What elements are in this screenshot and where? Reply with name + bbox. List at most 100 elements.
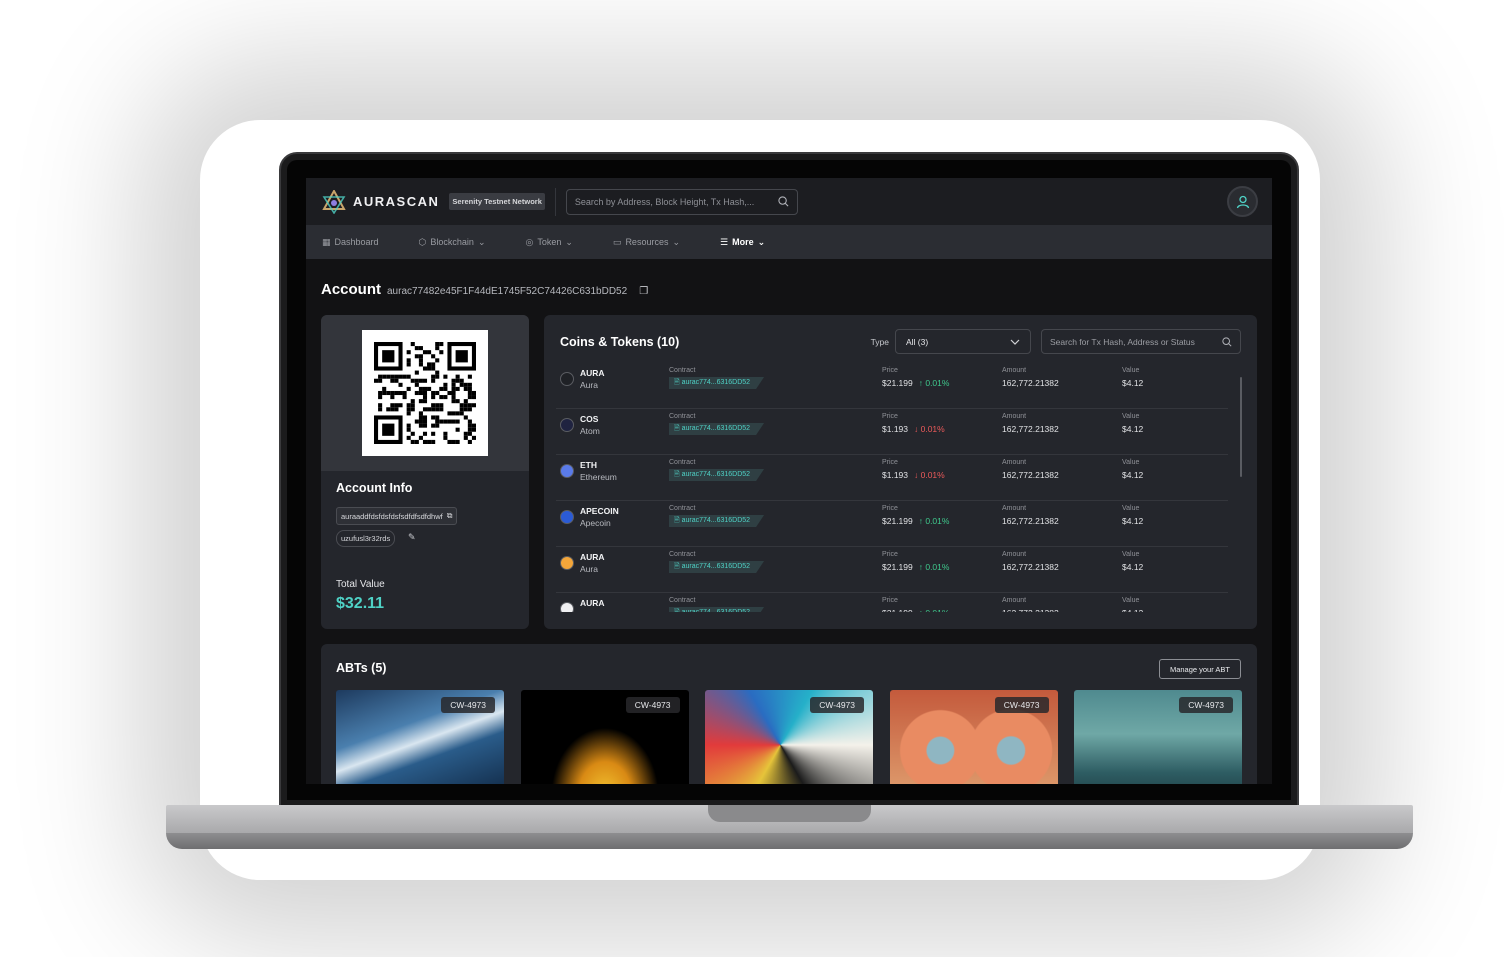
amount-value: 162,772.21382: [1002, 424, 1059, 434]
nav-item-dashboard[interactable]: ▦ Dashboard: [322, 237, 379, 248]
contract-address-link[interactable]: 🗎 aurac774...6316DD52: [669, 469, 764, 481]
account-header: Account aurac77482e45F1F44dE1745F52C7442…: [321, 281, 648, 298]
manage-abt-button[interactable]: Manage your ABT: [1158, 659, 1241, 679]
edit-icon[interactable]: ✎: [408, 532, 416, 543]
global-search-input[interactable]: Search by Address, Block Height, Tx Hash…: [565, 188, 798, 215]
chevron-down-icon: ⌄: [477, 236, 486, 247]
brand-logo[interactable]: AURASCAN: [322, 189, 440, 214]
value-value: $4.12: [1122, 470, 1144, 480]
coin-name: Aura: [580, 610, 598, 612]
aurascan-logo-icon: [322, 189, 346, 214]
aura-icon: [560, 372, 574, 386]
amount-value: 162,772.21382: [1002, 516, 1059, 526]
external-link-icon[interactable]: ⧉: [447, 511, 453, 521]
menu-icon: ☰: [720, 236, 729, 247]
search-placeholder: Search by Address, Block Height, Tx Hash…: [574, 196, 755, 207]
abt-card-abstract-shapes[interactable]: CW-4973: [705, 690, 873, 784]
table-row[interactable]: APECOIN Apecoin Contract 🗎 aurac774...6316D…: [556, 501, 1228, 547]
nav-item-resources[interactable]: ▭ Resources ⌄: [613, 237, 680, 248]
laptop-base-edge: [166, 833, 1413, 849]
qr-code: [362, 330, 488, 456]
coin-name: Ethereum: [580, 472, 617, 482]
search-icon[interactable]: [1222, 336, 1232, 347]
user-avatar-button[interactable]: [1227, 186, 1258, 217]
main-nav: ▦ Dashboard ⬡ Blockchain ⌄ ◎ Token ⌄ ▭ R…: [306, 225, 1272, 259]
copy-icon[interactable]: ❐: [639, 286, 648, 297]
coin-symbol: COS: [580, 414, 599, 424]
amount-value: 162,772.21382: [1002, 608, 1059, 612]
contract-label: Contract: [669, 367, 696, 374]
nav-item-token[interactable]: ◎ Token ⌄: [525, 237, 572, 248]
price-value: $21.199↑ 0.01%: [882, 562, 950, 572]
coins-header: Coins & Tokens (10) Type All (3) Search …: [560, 329, 1241, 354]
coin-symbol: ETH: [580, 460, 597, 470]
table-row[interactable]: COS Atom Contract 🗎 aurac774...6316DD52 Pric…: [556, 409, 1228, 455]
contract-label: Contract: [669, 413, 696, 420]
type-filter-select[interactable]: All (3): [895, 329, 1031, 354]
value-label: Value: [1122, 459, 1140, 466]
nav-label: Resources: [625, 237, 669, 247]
apecoin-icon: [560, 510, 574, 524]
contract-address-link[interactable]: 🗎 aurac774...6316DD52: [669, 423, 764, 435]
nav-label: More: [732, 237, 754, 247]
table-row[interactable]: AURA Aura Contract 🗎 aurac774...6316DD52 Pri…: [556, 547, 1228, 593]
price-change: ↓ 0.01%: [914, 424, 945, 434]
coins-table: AURA Aura Contract 🗎 aurac774...6316DD52 Pri…: [556, 363, 1228, 612]
dashboard-icon: ▦: [322, 236, 331, 247]
network-badge: Serenity Testnet Network: [449, 193, 545, 210]
abts-title: ABTs (5): [336, 661, 387, 675]
table-row[interactable]: AURA Aura Contract 🗎 aurac774...6316DD52 Pri…: [556, 593, 1228, 612]
amount-label: Amount: [1002, 597, 1027, 604]
coin-symbol: APECOIN: [580, 506, 619, 516]
value-label: Value: [1122, 597, 1140, 604]
contract-label: Contract: [669, 505, 696, 512]
nav-item-more[interactable]: ☰ More ⌄: [720, 237, 765, 248]
wallet-address-chip[interactable]: auraaddfdsfdsfdsfsdfdfsdfdhwf ⧉: [336, 507, 458, 525]
coins-icon: ◎: [525, 236, 534, 247]
laptop-mockup: AURASCAN Serenity Testnet Network Search…: [0, 0, 1508, 957]
total-value-label: Total Value: [336, 579, 385, 590]
coin-symbol: AURA: [580, 552, 605, 562]
alias-chip[interactable]: uzufusl3r32rds: [336, 530, 396, 547]
user-icon: [1236, 195, 1249, 208]
amount-label: Amount: [1002, 551, 1027, 558]
abt-card-ocean-waves[interactable]: CW-4973: [336, 690, 504, 784]
account-info-title: Account Info: [336, 481, 413, 495]
abt-card-crystal-hand[interactable]: CW-4973: [520, 690, 689, 784]
nav-item-blockchain[interactable]: ⬡ Blockchain ⌄: [419, 237, 486, 248]
price-change: ↑ 0.01%: [918, 378, 950, 388]
account-address: aurac77482e45F1F44dE1745F52C74426C631bDD…: [387, 286, 628, 297]
contract-address-link[interactable]: 🗎 aurac774...6316DD52: [669, 515, 764, 527]
table-row[interactable]: AURA Aura Contract 🗎 aurac774...6316DD52 Pri…: [556, 363, 1228, 409]
atom-icon: [560, 418, 574, 432]
cube-icon: ⬡: [418, 236, 427, 247]
amount-value: 162,772.21382: [1002, 378, 1059, 388]
brand-name: AURASCAN: [353, 194, 440, 209]
contract-address-link[interactable]: 🗎 aurac774...6316DD52: [669, 561, 764, 573]
search-icon[interactable]: [778, 196, 789, 207]
price-label: Price: [882, 413, 898, 420]
coins-search-input[interactable]: Search for Tx Hash, Address or Status: [1041, 329, 1241, 354]
abt-tag: CW-4973: [1179, 697, 1233, 713]
ethereum-icon: [560, 464, 574, 478]
abt-card-foggy-city[interactable]: CW-4973: [1074, 690, 1242, 784]
price-label: Price: [882, 505, 898, 512]
contract-address-link[interactable]: 🗎 aurac774...6316DD52: [669, 607, 764, 612]
abt-card-painted-eyes[interactable]: CW-4973: [889, 690, 1058, 784]
contract-address-link[interactable]: 🗎 aurac774...6316DD52: [669, 377, 764, 389]
account-alias: uzufusl3r32rds: [341, 534, 391, 543]
amount-value: 162,772.21382: [1002, 470, 1059, 480]
value-label: Value: [1122, 505, 1140, 512]
coins-scrollbar[interactable]: [1240, 377, 1242, 477]
value-value: $4.12: [1122, 378, 1144, 388]
table-row[interactable]: ETH Ethereum Contract 🗎 aurac774...6316DD52…: [556, 455, 1228, 501]
value-value: $4.12: [1122, 424, 1144, 434]
price-label: Price: [882, 459, 898, 466]
coins-tokens-card: Coins & Tokens (10) Type All (3) Search …: [544, 315, 1257, 629]
abt-tag: CW-4973: [810, 697, 864, 713]
bitcoin-icon: [560, 556, 574, 570]
type-filter-value: All (3): [906, 336, 929, 347]
abt-tag: CW-4973: [625, 697, 680, 713]
top-bar: AURASCAN Serenity Testnet Network Search…: [306, 178, 1272, 225]
nav-label: Dashboard: [334, 237, 379, 247]
